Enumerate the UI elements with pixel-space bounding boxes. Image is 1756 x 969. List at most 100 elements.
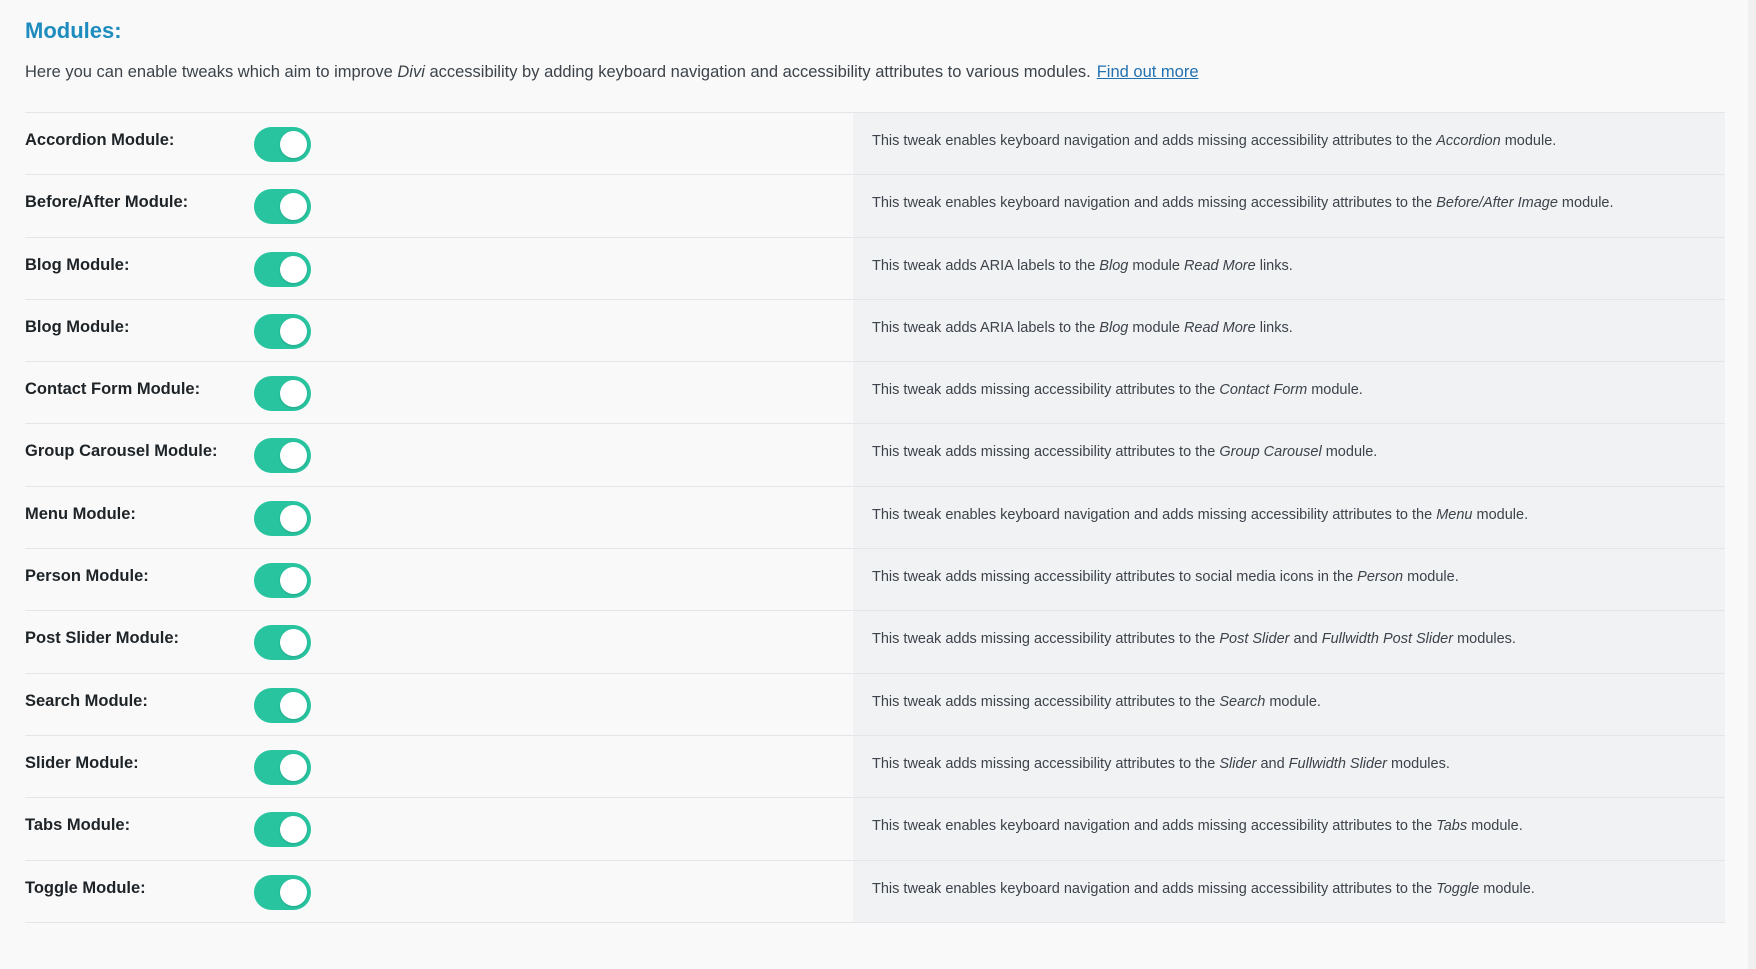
module-description-cell: This tweak adds ARIA labels to the Blog … [853, 237, 1725, 299]
description-text: This tweak adds missing accessibility at… [872, 569, 1358, 586]
description-emphasis: Fullwidth Slider [1288, 755, 1387, 772]
module-description: This tweak adds missing accessibility at… [872, 629, 1516, 649]
description-emphasis: Contact Form [1219, 382, 1308, 399]
description-text: module. [1321, 444, 1378, 461]
toggle-knob [280, 567, 307, 595]
description-text: This tweak adds missing accessibility at… [872, 693, 1220, 710]
description-emphasis: Blog [1099, 257, 1129, 274]
description-text: and [1289, 631, 1322, 648]
module-toggle-switch[interactable] [254, 749, 311, 785]
module-description-cell: This tweak adds missing accessibility at… [853, 549, 1725, 611]
module-toggle-switch[interactable] [254, 500, 311, 536]
window-edge [1748, 0, 1756, 969]
module-description: This tweak enables keyboard navigation a… [872, 193, 1614, 213]
description-text: This tweak enables keyboard navigation a… [872, 818, 1437, 835]
module-toggle-switch[interactable] [254, 687, 311, 723]
description-text: module. [1500, 133, 1557, 149]
module-toggle-switch[interactable] [254, 438, 311, 474]
description-text: links. [1255, 319, 1293, 336]
intro-text: Here you can enable tweaks which aim to … [25, 61, 1199, 83]
description-emphasis: Blog [1099, 319, 1129, 336]
module-description-cell: This tweak enables keyboard navigation a… [853, 798, 1725, 860]
module-label: Before/After Module: [25, 193, 189, 212]
toggle-knob [280, 193, 307, 221]
module-label: Toggle Module: [25, 878, 146, 897]
description-emphasis: Tabs [1436, 818, 1468, 835]
description-emphasis: Post Slider [1219, 631, 1290, 648]
module-row: Contact Form Module: This tweak adds miss… [25, 362, 1725, 425]
modules-table: Accordion Module: This tweak enables keyb… [25, 112, 1725, 923]
module-toggle-switch[interactable] [254, 251, 311, 287]
module-label: Contact Form Module: [25, 380, 201, 399]
toggle-knob [280, 629, 307, 657]
toggle-knob [280, 131, 307, 158]
description-text: links. [1255, 257, 1293, 274]
module-label: Accordion Module: [25, 131, 175, 149]
toggle-knob [280, 816, 307, 844]
module-row: Toggle Module: This tweak enables keyboar… [25, 860, 1725, 923]
module-row: Post Slider Module: This tweak adds missi… [25, 611, 1725, 674]
description-emphasis: Read More [1183, 319, 1256, 336]
intro-text-emphasis: Divi [397, 63, 425, 81]
module-description-cell: This tweak adds missing accessibility at… [853, 611, 1725, 673]
module-row: Menu Module: This tweak enables keyboard … [25, 486, 1725, 550]
description-text: This tweak adds missing accessibility at… [872, 444, 1220, 461]
module-description: This tweak adds ARIA labels to the Blog … [872, 318, 1293, 338]
module-description-cell: This tweak adds missing accessibility at… [853, 362, 1725, 424]
module-label: Menu Module: [25, 504, 136, 523]
description-text: module. [1265, 693, 1321, 710]
description-text: This tweak enables keyboard navigation a… [872, 506, 1437, 523]
description-emphasis: Slider [1219, 755, 1257, 772]
find-out-more-link[interactable]: Find out more [1097, 63, 1199, 81]
module-description-cell: This tweak adds ARIA labels to the Blog … [853, 299, 1725, 362]
module-description-cell: This tweak adds missing accessibility at… [853, 424, 1725, 486]
description-emphasis: Read More [1183, 257, 1256, 274]
module-label: Post Slider Module: [25, 629, 180, 648]
toggle-knob [280, 753, 307, 781]
module-description: This tweak adds ARIA labels to the Blog … [872, 256, 1293, 276]
description-text: module. [1307, 382, 1363, 399]
section-title: Modules: [25, 18, 122, 43]
description-text: and [1256, 755, 1289, 772]
description-text: module. [1467, 818, 1523, 835]
module-description: This tweak adds missing accessibility at… [872, 442, 1377, 462]
description-text: This tweak adds ARIA labels to the [872, 257, 1100, 274]
module-toggle-switch[interactable] [254, 313, 311, 349]
module-row: Blog Module: This tweak adds ARIA labels … [25, 299, 1725, 363]
module-toggle-switch[interactable] [254, 189, 311, 225]
intro-text-end: accessibility by adding keyboard navigat… [424, 63, 1091, 81]
description-text: This tweak enables keyboard navigation a… [872, 195, 1437, 212]
description-text: module. [1403, 569, 1459, 586]
description-text: module. [1557, 195, 1614, 212]
description-text: This tweak adds missing accessibility at… [872, 631, 1220, 648]
toggle-knob [280, 504, 307, 532]
module-description: This tweak adds missing accessibility at… [872, 754, 1450, 774]
description-emphasis: Person [1357, 569, 1404, 586]
description-text: module [1128, 257, 1184, 274]
module-toggle-switch[interactable] [254, 563, 311, 599]
module-label: Tabs Module: [25, 816, 131, 835]
module-description: This tweak enables keyboard navigation a… [872, 879, 1535, 899]
module-toggle-switch[interactable] [254, 127, 311, 162]
module-description: This tweak enables keyboard navigation a… [872, 131, 1556, 151]
toggle-knob [280, 317, 307, 345]
module-description: This tweak adds missing accessibility at… [872, 567, 1459, 587]
module-toggle-switch[interactable] [254, 874, 311, 910]
module-label: Slider Module: [25, 753, 139, 772]
description-emphasis: Menu [1436, 506, 1473, 523]
toggle-knob [280, 691, 307, 719]
module-label: Blog Module: [25, 317, 130, 336]
description-text: This tweak enables keyboard navigation a… [872, 880, 1437, 897]
module-label: Search Module: [25, 691, 148, 710]
module-toggle-switch[interactable] [254, 376, 311, 412]
module-toggle-switch[interactable] [254, 812, 311, 848]
module-description-cell: This tweak adds missing accessibility at… [853, 735, 1725, 798]
toggle-knob [280, 878, 307, 906]
description-text: This tweak adds ARIA labels to the [872, 319, 1100, 336]
module-toggle-switch[interactable] [254, 625, 311, 661]
toggle-knob [280, 380, 307, 408]
module-description-cell: This tweak adds missing accessibility at… [853, 673, 1725, 735]
description-emphasis: Search [1219, 693, 1266, 710]
module-row: Tabs Module: This tweak enables keyboard … [25, 798, 1725, 861]
description-text: modules. [1453, 631, 1516, 648]
